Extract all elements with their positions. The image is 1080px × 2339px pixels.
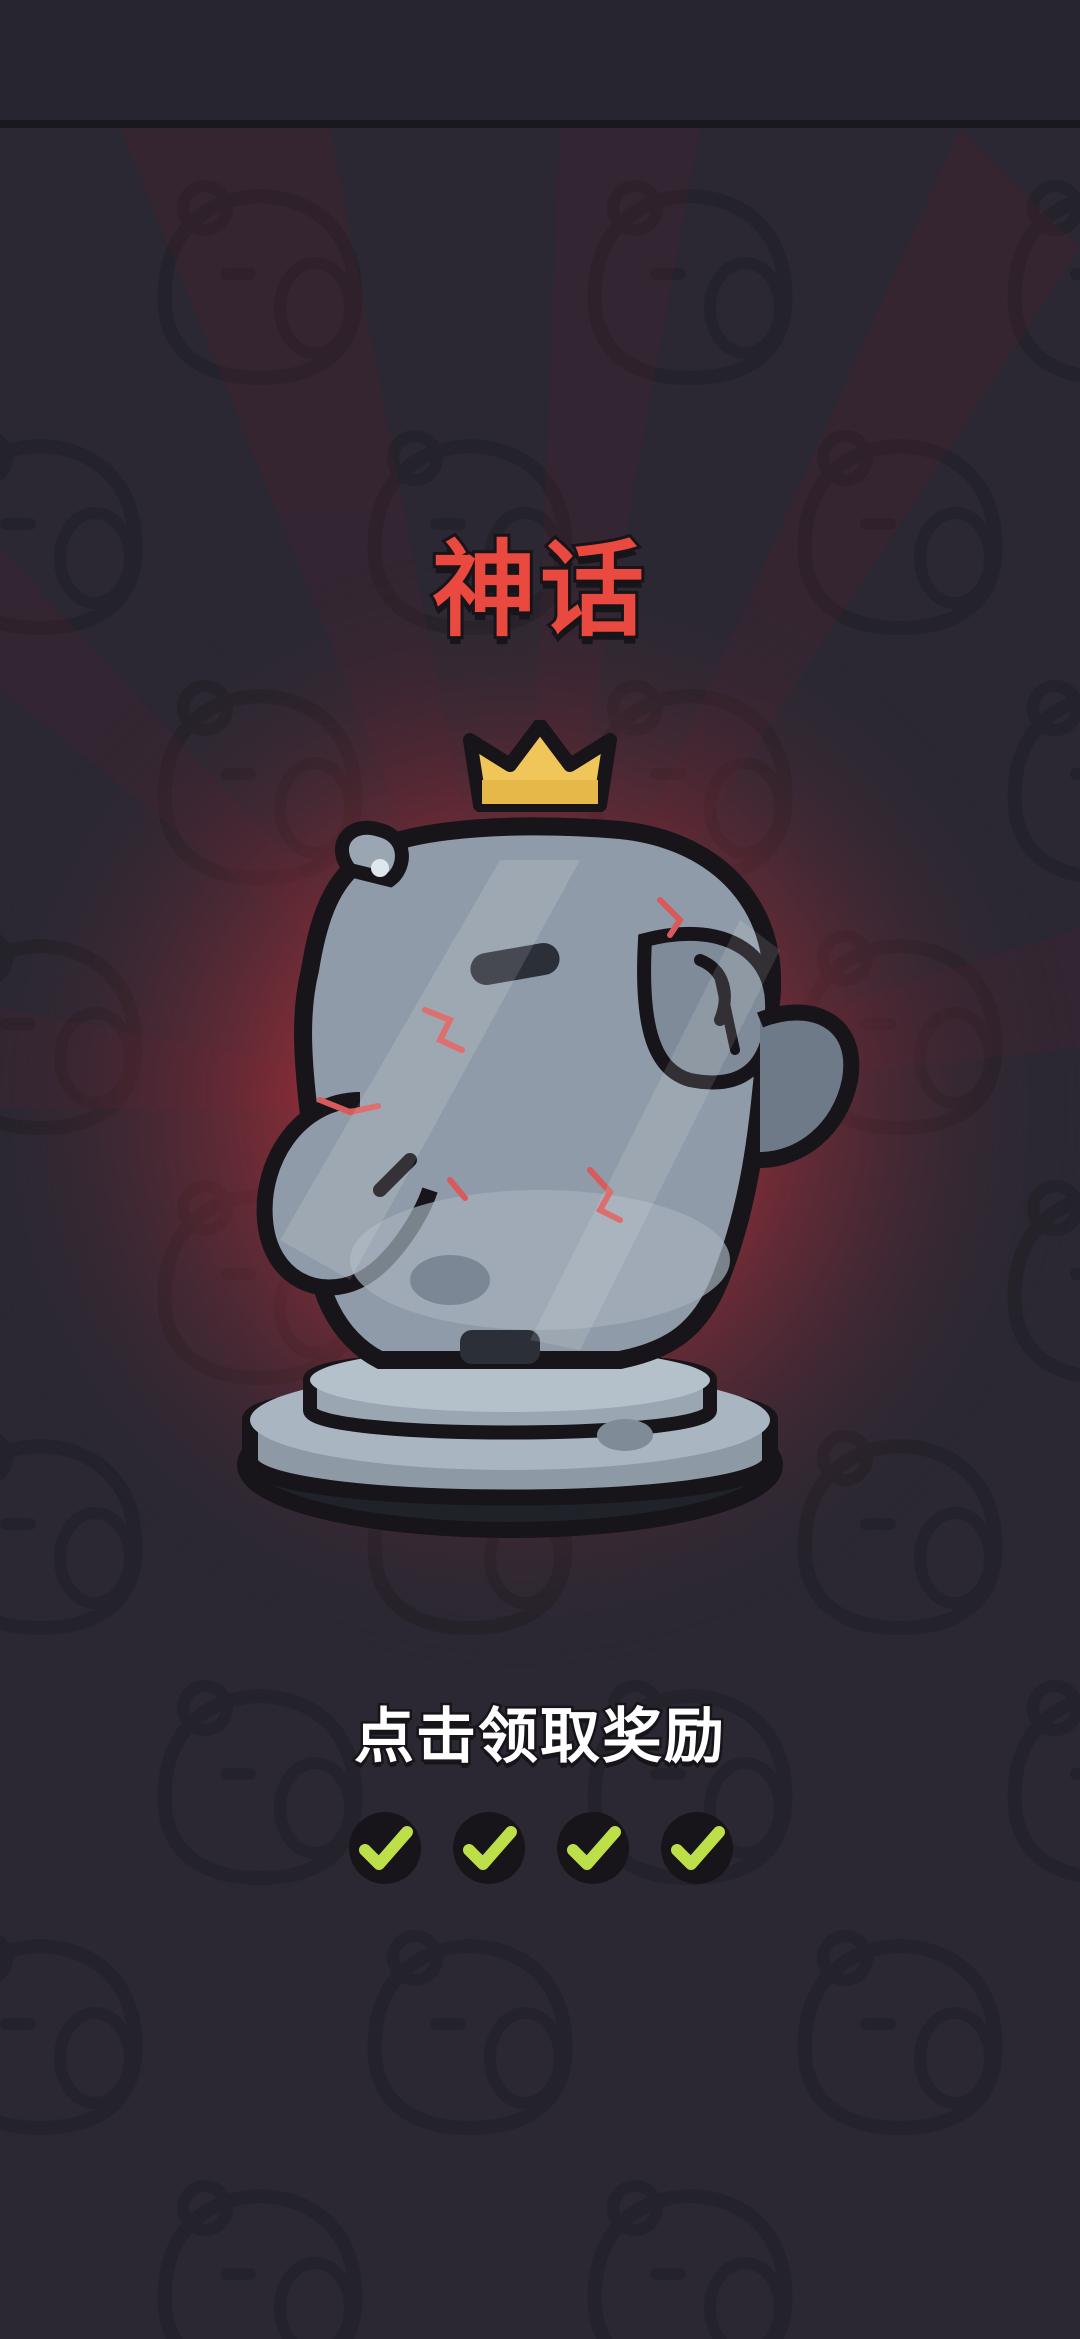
capybara-body	[256, 817, 860, 1369]
claim-reward-prompt[interactable]: 点击领取奖励	[0, 1688, 1080, 1775]
crown-icon	[463, 720, 617, 812]
checkmark-icon	[661, 1812, 733, 1884]
progress-checks	[345, 1808, 745, 1892]
checkmark-icon	[349, 1812, 421, 1884]
crowned-capybara-statue-icon[interactable]	[200, 720, 880, 1580]
top-bar	[0, 0, 1080, 128]
reward-screen[interactable]: 神话 点击领取奖励	[0, 0, 1080, 2339]
checkmark-icon	[453, 1812, 525, 1884]
checkmark-icon	[557, 1812, 629, 1884]
rarity-title: 神话	[429, 526, 648, 654]
pedestal	[237, 1348, 783, 1538]
